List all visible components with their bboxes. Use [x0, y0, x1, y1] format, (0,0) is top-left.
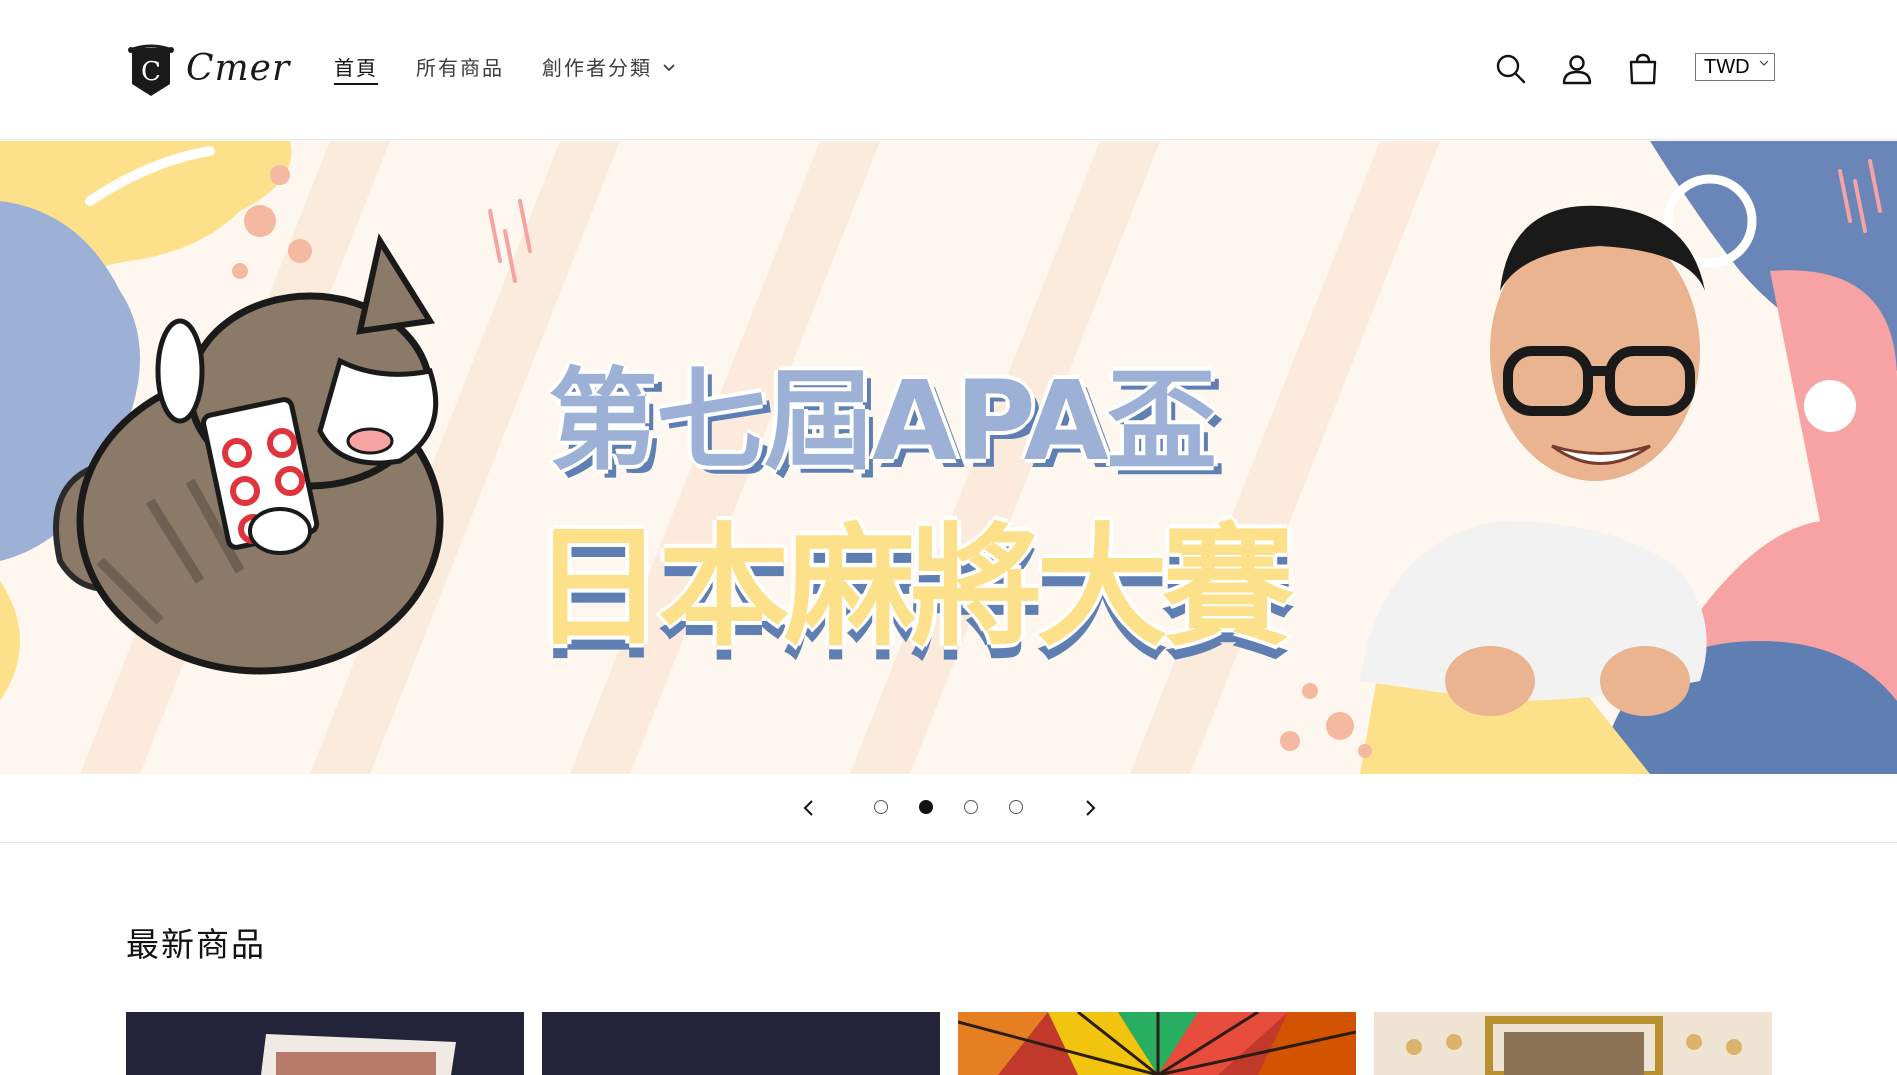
site-header: C Cmer 首頁 所有商品 創作者分類 TWD — [0, 0, 1897, 140]
hero-slideshow: 第七屆APA盃 日本麻將大賽 — [0, 141, 1897, 774]
product-card[interactable] — [1374, 1012, 1772, 1075]
currency-select[interactable]: TWD — [1695, 53, 1775, 81]
logo-badge-icon: C — [128, 44, 174, 96]
nav-all-products[interactable]: 所有商品 — [416, 52, 504, 81]
nav-home[interactable]: 首頁 — [334, 52, 378, 81]
product-card[interactable] — [126, 1012, 524, 1075]
hero-title-line1: 第七屆APA盃 — [548, 357, 1217, 485]
logo[interactable]: C Cmer — [128, 44, 289, 100]
nav-all-products-label: 所有商品 — [416, 56, 504, 80]
slide-dot-1[interactable] — [874, 800, 888, 814]
chevron-left-icon[interactable] — [797, 796, 821, 820]
product-card[interactable] — [958, 1012, 1356, 1075]
currency-value: TWD — [1704, 56, 1750, 78]
product-image — [1374, 1012, 1772, 1075]
svg-text:C: C — [141, 57, 161, 87]
cart-icon[interactable] — [1624, 50, 1662, 88]
search-icon[interactable] — [1492, 50, 1530, 88]
slide-dot-3[interactable] — [964, 800, 978, 814]
header-icons — [1492, 50, 1662, 88]
slide-dot-4[interactable] — [1009, 800, 1023, 814]
product-image — [958, 1012, 1356, 1075]
chevron-right-icon[interactable] — [1078, 796, 1102, 820]
product-image — [126, 1012, 524, 1075]
main-nav: 首頁 所有商品 創作者分類 — [334, 52, 714, 81]
account-icon[interactable] — [1558, 50, 1596, 88]
chevron-down-icon — [1759, 60, 1769, 66]
slide-dot-2[interactable] — [919, 800, 933, 814]
nav-creator-categories-label: 創作者分類 — [542, 56, 652, 80]
chevron-down-icon — [663, 63, 675, 71]
slider-controls — [0, 774, 1897, 843]
nav-home-label: 首頁 — [334, 56, 378, 80]
new-products-title: 最新商品 — [126, 925, 266, 964]
product-image — [542, 1012, 940, 1075]
nav-creator-categories[interactable]: 創作者分類 — [542, 52, 676, 81]
product-card[interactable] — [542, 1012, 940, 1075]
logo-wordmark: Cmer — [186, 48, 291, 89]
hero-title-line2: 日本麻將大賽 — [532, 511, 1294, 665]
